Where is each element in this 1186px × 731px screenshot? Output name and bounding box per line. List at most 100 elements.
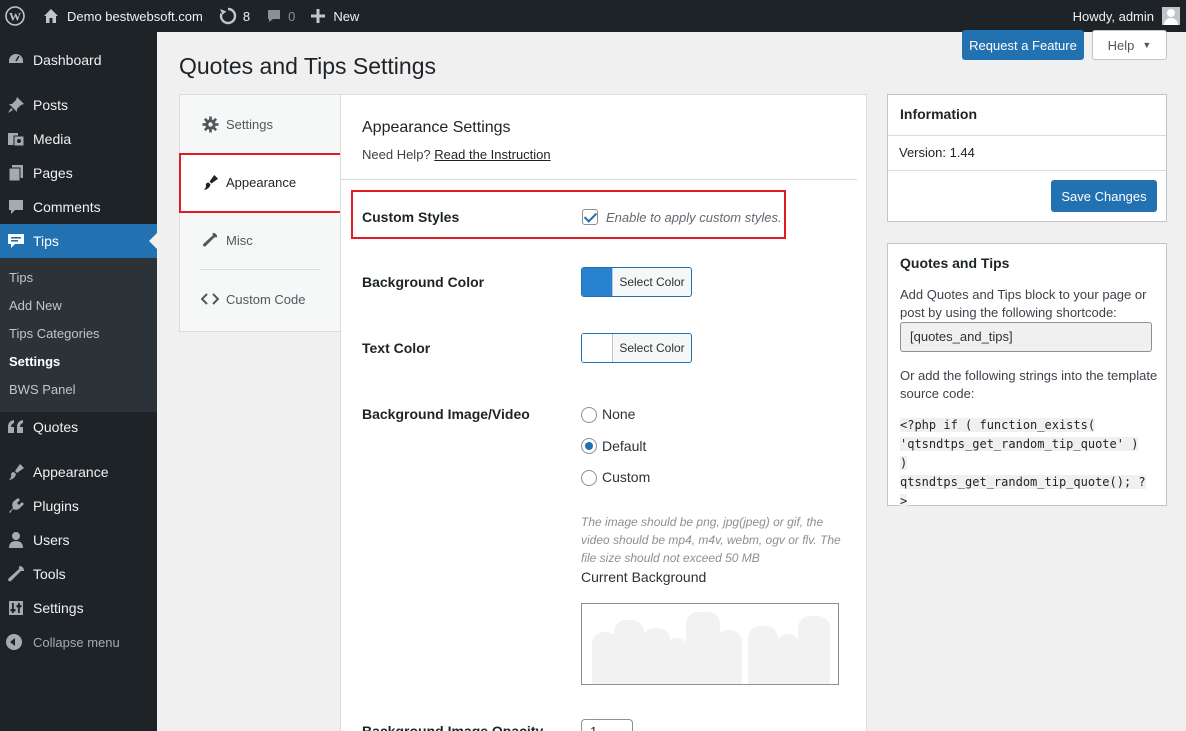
divider — [888, 135, 1166, 136]
code-line: qtsndtps_get_random_tip_quote(); ? — [900, 475, 1146, 489]
dashboard-icon — [6, 51, 26, 69]
custom-styles-label: Custom Styles — [362, 209, 460, 225]
menu-settings[interactable]: Settings — [0, 591, 157, 625]
submenu-add-new[interactable]: Add New — [0, 292, 157, 320]
collapse-label: Collapse menu — [33, 634, 120, 650]
need-help-text: Need Help? — [362, 147, 431, 162]
radio-none[interactable] — [581, 407, 597, 423]
caret-down-icon: ▼ — [1142, 40, 1152, 50]
radio-custom[interactable] — [581, 470, 597, 486]
tab-appearance[interactable]: Appearance — [180, 153, 341, 211]
radio-default[interactable] — [581, 438, 597, 454]
menu-label: Appearance — [33, 464, 109, 480]
updates-count: 8 — [242, 8, 251, 24]
help-button[interactable]: Help ▼ — [1092, 30, 1167, 60]
plugin-icon — [6, 497, 26, 515]
settings-sliders-icon — [6, 599, 26, 617]
request-feature-button[interactable]: Request a Feature — [962, 30, 1084, 60]
admin-sidebar: Dashboard Posts Media Pages Comments Tip… — [0, 32, 157, 731]
menu-dashboard[interactable]: Dashboard — [0, 43, 157, 77]
select-color-label: Select Color — [619, 275, 685, 289]
pin-icon — [6, 96, 26, 114]
avatar — [1162, 7, 1180, 25]
code-icon — [201, 292, 219, 306]
menu-plugins[interactable]: Plugins — [0, 489, 157, 523]
menu-label: Dashboard — [33, 52, 102, 68]
code-line: <?php if ( function_exists( — [900, 418, 1096, 432]
need-help: Need Help? Read the Instruction — [362, 147, 551, 162]
quotes-and-tips-title: Quotes and Tips — [900, 255, 1010, 271]
pages-icon — [6, 164, 26, 182]
tab-label: Misc — [226, 232, 253, 248]
opacity-input[interactable]: 1 — [581, 719, 633, 731]
comments-count: 0 — [288, 8, 296, 24]
tab-misc[interactable]: Misc — [180, 211, 340, 269]
shortcode-instructions: Add Quotes and Tips block to your page o… — [900, 287, 1147, 320]
menu-label: Quotes — [33, 419, 79, 435]
wrench-icon — [6, 565, 26, 583]
tab-custom-code[interactable]: Custom Code — [180, 270, 340, 328]
submenu-tips[interactable]: Tips — [0, 264, 157, 292]
divider — [341, 179, 857, 180]
collapse-menu-button[interactable]: Collapse menu — [0, 625, 157, 659]
home-icon — [44, 9, 58, 23]
menu-tips[interactable]: Tips — [0, 224, 157, 258]
menu-label: Comments — [33, 199, 101, 215]
background-color-picker[interactable]: Select Color — [581, 267, 692, 297]
submenu-bws-panel[interactable]: BWS Panel — [0, 376, 157, 404]
site-name: Demo bestwebsoft.com — [67, 8, 203, 24]
submenu-settings[interactable]: Settings — [0, 348, 157, 376]
custom-styles-checkbox[interactable] — [582, 209, 598, 225]
site-name-link[interactable]: Demo bestwebsoft.com — [35, 0, 211, 32]
instruction-link[interactable]: Read the Instruction — [434, 147, 550, 162]
menu-users[interactable]: Users — [0, 523, 157, 557]
brush-icon — [201, 174, 219, 191]
account-menu[interactable]: Howdy, admin — [1073, 7, 1186, 25]
menu-appearance[interactable]: Appearance — [0, 455, 157, 489]
settings-tabs: Settings Appearance Misc Custom Code — [179, 94, 341, 332]
menu-quotes[interactable]: Quotes — [0, 410, 157, 444]
menu-label: Posts — [33, 97, 69, 113]
submenu-tips-categories[interactable]: Tips Categories — [0, 320, 157, 348]
tips-icon — [6, 232, 26, 250]
media-icon — [6, 130, 26, 148]
brush-icon — [6, 463, 26, 481]
template-code: <?php if ( function_exists( 'qtsndtps_ge… — [900, 416, 1152, 511]
help-label: Help — [1107, 37, 1135, 53]
tab-settings[interactable]: Settings — [180, 95, 340, 153]
menu-label: Plugins — [33, 498, 79, 514]
new-content-link[interactable]: New — [303, 0, 367, 32]
quote-icon — [6, 418, 26, 436]
menu-comments[interactable]: Comments — [0, 190, 157, 224]
current-background-label: Current Background — [581, 569, 707, 585]
save-changes-button[interactable]: Save Changes — [1051, 180, 1157, 212]
howdy-text: Howdy, admin — [1072, 8, 1154, 24]
menu-media[interactable]: Media — [0, 122, 157, 156]
code-line: 'qtsndtps_get_random_tip_quote' ) ) — [900, 437, 1139, 470]
radio-custom-label: Custom — [602, 469, 651, 485]
radio-default-label: Default — [602, 438, 647, 454]
menu-label: Settings — [33, 600, 84, 616]
version-text: Version: 1.44 — [899, 145, 975, 160]
text-color-picker[interactable]: Select Color — [581, 333, 692, 363]
menu-pages[interactable]: Pages — [0, 156, 157, 190]
comments-link[interactable]: 0 — [258, 0, 303, 32]
updates-link[interactable]: 8 — [211, 0, 258, 32]
menu-label: Tools — [33, 566, 66, 582]
menu-tools[interactable]: Tools — [0, 557, 157, 591]
background-color-swatch — [582, 268, 613, 296]
menu-posts[interactable]: Posts — [0, 88, 157, 122]
menu-label: Users — [33, 532, 70, 548]
tab-label: Custom Code — [226, 291, 306, 307]
select-color-label: Select Color — [619, 341, 685, 355]
divider — [888, 170, 1166, 171]
section-title: Appearance Settings — [362, 119, 511, 136]
template-instructions: Or add the following strings into the te… — [900, 368, 1158, 401]
shortcode-field[interactable]: [quotes_and_tips] — [900, 322, 1152, 352]
quotes-and-tips-box: Quotes and Tips Add Quotes and Tips bloc… — [887, 243, 1167, 508]
information-title: Information — [900, 106, 977, 122]
file-requirements-note: The image should be png, jpg(jpeg) or gi… — [581, 515, 841, 565]
wordpress-logo-icon[interactable]: W — [0, 0, 35, 32]
plus-icon — [311, 9, 326, 23]
comment-icon — [268, 10, 281, 22]
